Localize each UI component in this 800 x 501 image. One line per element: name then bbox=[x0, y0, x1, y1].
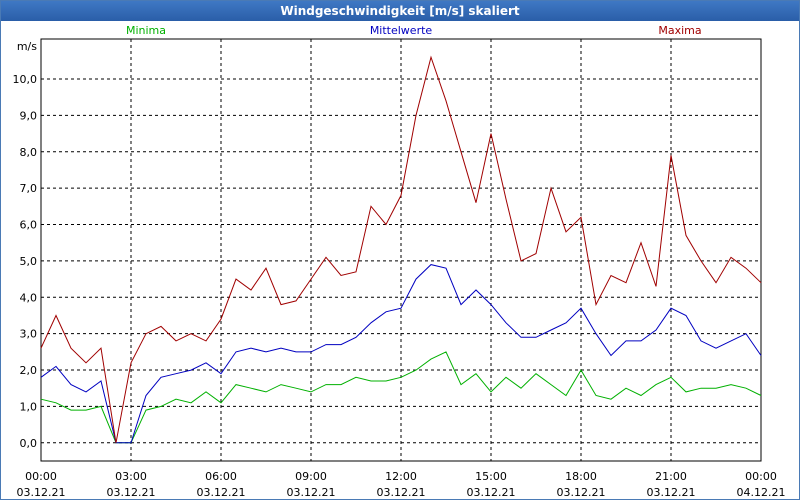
y-tick-label: 8,0 bbox=[20, 146, 38, 159]
y-tick-label: 9,0 bbox=[20, 109, 38, 122]
y-tick-label: 10,0 bbox=[13, 73, 38, 86]
legend-maxima: Maxima bbox=[658, 24, 701, 37]
x-tick-time: 09:00 bbox=[295, 470, 327, 483]
x-tick-time: 21:00 bbox=[655, 470, 687, 483]
x-tick-date: 03.12.21 bbox=[17, 486, 66, 499]
x-tick-date: 03.12.21 bbox=[557, 486, 606, 499]
x-tick-time: 12:00 bbox=[385, 470, 417, 483]
x-tick-date: 04.12.21 bbox=[737, 486, 786, 499]
y-tick-label: 1,0 bbox=[20, 400, 38, 413]
y-tick-label: 7,0 bbox=[20, 182, 38, 195]
y-tick-label: 3,0 bbox=[20, 328, 38, 341]
x-tick-date: 03.12.21 bbox=[107, 486, 156, 499]
x-tick-date: 03.12.21 bbox=[647, 486, 696, 499]
x-tick-time: 00:00 bbox=[745, 470, 777, 483]
x-tick-time: 18:00 bbox=[565, 470, 597, 483]
x-tick-date: 03.12.21 bbox=[197, 486, 246, 499]
x-tick-date: 03.12.21 bbox=[467, 486, 516, 499]
y-tick-label: 6,0 bbox=[20, 219, 38, 232]
x-tick-time: 06:00 bbox=[205, 470, 237, 483]
x-tick-time: 15:00 bbox=[475, 470, 507, 483]
x-tick-date: 03.12.21 bbox=[377, 486, 426, 499]
legend-minima: Minima bbox=[126, 24, 166, 37]
x-tick-time: 03:00 bbox=[115, 470, 147, 483]
y-axis-unit: m/s bbox=[17, 40, 37, 53]
x-tick-date: 03.12.21 bbox=[287, 486, 336, 499]
y-tick-label: 2,0 bbox=[20, 364, 38, 377]
y-tick-label: 0,0 bbox=[20, 437, 38, 450]
wind-speed-chart: 0,0 1,0 2,0 3,0 4,0 5,0 6,0 7,0 8,0 9,0 10,0 m/s 00:… bbox=[13, 24, 786, 499]
y-tick-label: 5,0 bbox=[20, 255, 38, 268]
chart-window: Windgeschwindigkeit [m/s] skaliert 0,0 1,… bbox=[0, 0, 800, 500]
legend-mittelwerte: Mittelwerte bbox=[370, 24, 433, 37]
x-tick-time: 00:00 bbox=[25, 470, 57, 483]
y-tick-label: 4,0 bbox=[20, 291, 38, 304]
